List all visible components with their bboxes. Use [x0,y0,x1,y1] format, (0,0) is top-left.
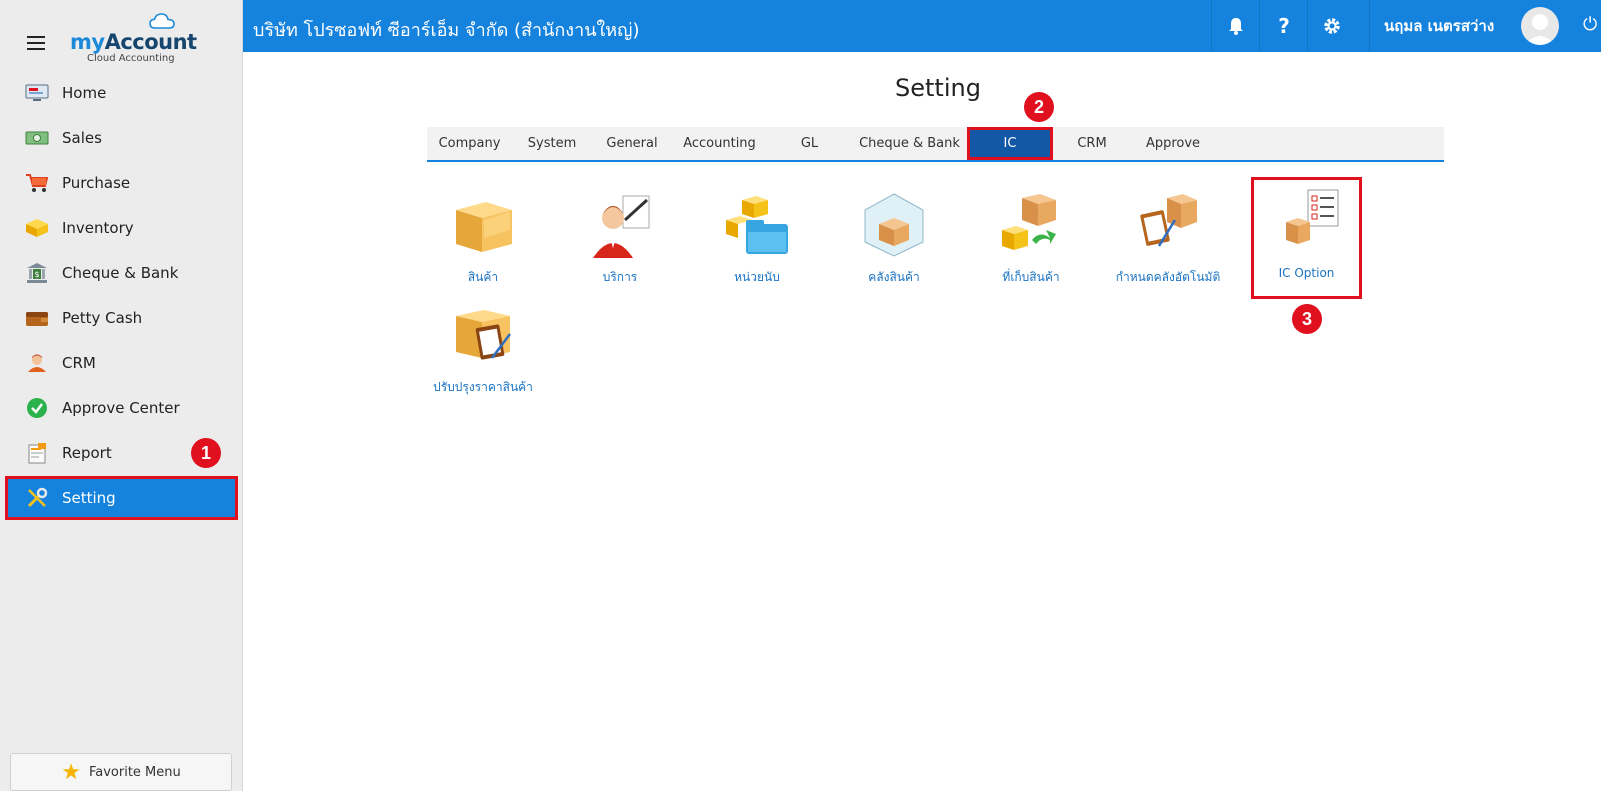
tab-cheque-bank[interactable]: Cheque & Bank [852,127,967,160]
hamburger-menu-icon[interactable] [27,36,45,50]
service-person-icon [585,190,655,260]
tab-company[interactable]: Company [427,127,512,160]
check-circle-icon [25,397,49,418]
logo-text-account: Account [104,30,198,54]
tools-icon [25,487,49,508]
warehouse-icon [859,190,929,260]
logo-subtitle: Cloud Accounting [87,53,175,64]
logo-text-my: my [70,30,105,54]
boxes-clipboard-icon [448,300,518,370]
tab-general[interactable]: General [592,127,672,160]
tile-label: กำหนดคลังอัตโนมัติ [1115,270,1221,284]
notification-button[interactable] [1211,0,1260,52]
logout-icon[interactable]: ⏻ [1583,14,1597,35]
sidebar-item-home[interactable]: Home [0,70,243,115]
tile-storage-location[interactable]: ที่เก็บสินค้า [966,190,1096,300]
sidebar-item-label: Inventory [62,218,134,237]
annotation-badge-2: 2 [1024,92,1054,122]
tab-gl[interactable]: GL [767,127,852,160]
tile-label: บริการ [602,270,638,284]
tab-ic[interactable]: IC [967,127,1053,160]
wallet-icon [25,308,49,328]
page-title: Setting [895,74,981,102]
sidebar-item-label: Purchase [62,173,131,192]
storage-boxes-icon [996,190,1066,260]
sidebar-item-label: Cheque & Bank [62,263,179,282]
tile-label: คลังสินค้า [868,270,920,284]
boxes-icon [448,190,518,260]
sidebar-item-label: Approve Center [62,398,180,417]
tab-approve[interactable]: Approve [1131,127,1215,160]
gear-icon [1324,18,1340,34]
ic-option-icon [1272,188,1342,258]
report-icon [25,442,49,463]
tile-adjust-price[interactable]: ปรับปรุงราคาสินค้า [418,300,548,410]
tile-auto-warehouse[interactable]: กำหนดคลังอัตโนมัติ [1103,190,1233,300]
sidebar-item-label: Report [62,443,112,462]
favorite-menu-button[interactable]: ★ Favorite Menu [10,753,232,791]
star-icon: ★ [61,759,81,785]
tile-label: หน่วยนับ [734,270,780,284]
annotation-badge-3: 3 [1292,304,1322,334]
svg-text:$: $ [34,270,39,279]
bank-icon: $ [25,262,49,283]
tile-unit[interactable]: หน่วยนับ [692,190,822,300]
tile-ic-option[interactable]: IC Option [1251,177,1362,299]
tile-label: สินค้า [467,270,499,284]
tile-product[interactable]: สินค้า [418,190,548,300]
tab-accounting[interactable]: Accounting [672,127,767,160]
tile-label: ที่เก็บสินค้า [1002,270,1060,284]
home-monitor-icon [25,83,49,103]
help-button[interactable]: ? [1259,0,1308,52]
sidebar-item-label: Setting [62,489,116,507]
user-name[interactable]: นฤมล เนตรสว่าง [1369,0,1494,52]
sidebar: myAccount Cloud Accounting Home Sales Pu… [0,0,243,791]
tile-service[interactable]: บริการ [555,190,685,300]
tile-label: IC Option [1278,266,1335,280]
tile-warehouse[interactable]: คลังสินค้า [829,190,959,300]
company-name: บริษัท โปรซอฟท์ ซีอาร์เอ็ม จำกัด (สำนักง… [253,20,640,41]
sidebar-item-approve-center[interactable]: Approve Center [0,385,243,430]
sidebar-item-crm[interactable]: CRM [0,340,243,385]
sidebar-item-inventory[interactable]: Inventory [0,205,243,250]
bell-icon [1229,18,1243,35]
folder-boxes-icon [722,190,792,260]
sidebar-item-cheque-bank[interactable]: $ Cheque & Bank [0,250,243,295]
tile-label: ปรับปรุงราคาสินค้า [433,380,533,394]
favorite-menu-label: Favorite Menu [88,764,181,780]
question-icon: ? [1278,14,1290,38]
sidebar-item-sales[interactable]: Sales [0,115,243,160]
sidebar-item-petty-cash[interactable]: Petty Cash [0,295,243,340]
cash-icon [25,128,49,148]
annotation-badge-1: 1 [191,438,221,468]
box-icon [25,218,49,238]
cloud-icon [149,13,175,29]
settings-tabs: Company System General Accounting GL Che… [427,127,1444,162]
sidebar-item-label: Petty Cash [62,308,143,327]
sidebar-item-label: Sales [62,128,102,147]
top-bar: บริษัท โปรซอฟท์ ซีอาร์เอ็ม จำกัด (สำนักง… [243,0,1601,52]
shopping-cart-icon [25,173,49,193]
sidebar-item-label: Home [62,83,107,102]
sidebar-item-setting[interactable]: Setting [5,476,238,520]
app-logo[interactable]: myAccount Cloud Accounting [70,12,197,66]
user-avatar-icon [1525,14,1555,45]
sidebar-item-purchase[interactable]: Purchase [0,160,243,205]
clipboard-boxes-icon [1133,190,1203,260]
people-icon [25,353,49,373]
tab-crm[interactable]: CRM [1053,127,1131,160]
sidebar-item-label: CRM [62,353,96,372]
avatar[interactable] [1521,7,1559,45]
settings-button[interactable] [1307,0,1356,52]
tab-system[interactable]: System [512,127,592,160]
